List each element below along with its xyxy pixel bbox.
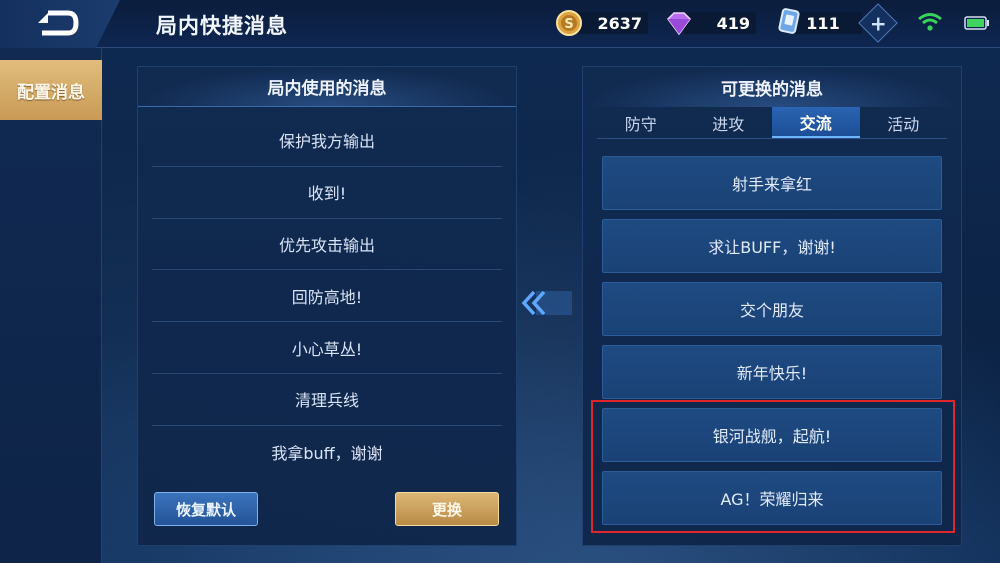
gold-amount: 2637 [576, 12, 648, 34]
double-chevron-left-icon [521, 290, 572, 316]
replaceable-messages-panel: 可更换的消息 防守 进攻 交流 活动 射手来拿红 求让BUFF，谢谢! 交个朋友… [582, 66, 962, 546]
sidebar: 配置消息 [0, 48, 102, 563]
message-option[interactable]: 求让BUFF，谢谢! [602, 219, 942, 273]
replaceable-message-list: 射手来拿红 求让BUFF，谢谢! 交个朋友 新年快乐! 银河战舰，起航! AG！… [602, 156, 942, 534]
voucher-counter: 111 + [776, 3, 898, 43]
message-slot[interactable]: 我拿buff，谢谢 [152, 426, 502, 478]
diamond-amount: 419 [684, 12, 756, 34]
top-bar: 局内快捷消息 S 2637 419 111 + [0, 0, 1000, 48]
back-arrow-icon [38, 10, 79, 36]
message-option[interactable]: 射手来拿红 [602, 156, 942, 210]
battery-icon [964, 16, 989, 30]
add-currency-button[interactable]: + [858, 3, 898, 43]
panel-title: 局内使用的消息 [138, 67, 516, 107]
gold-counter: S 2637 [556, 10, 648, 36]
message-slot[interactable]: 保护我方输出 [152, 115, 502, 167]
message-slot[interactable]: 小心草丛! [152, 322, 502, 374]
voucher-card-icon [778, 8, 800, 34]
in-game-message-list: 保护我方输出 收到! 优先攻击输出 回防高地! 小心草丛! 清理兵线 我拿buf… [152, 115, 502, 478]
sidebar-tab-configure-messages[interactable]: 配置消息 [0, 60, 102, 120]
message-slot[interactable]: 清理兵线 [152, 374, 502, 426]
diamond-icon [667, 12, 691, 36]
message-slot[interactable]: 回防高地! [152, 270, 502, 323]
wifi-icon [918, 13, 942, 31]
gold-coin-icon: S [556, 10, 582, 36]
tab-event[interactable]: 活动 [860, 107, 948, 138]
tab-defense[interactable]: 防守 [597, 107, 685, 138]
message-slot[interactable]: 收到! [152, 167, 502, 219]
message-option[interactable]: 银河战舰，起航! [602, 408, 942, 462]
page-title: 局内快捷消息 [156, 14, 288, 38]
diamond-counter: 419 [664, 10, 756, 36]
tab-communication[interactable]: 交流 [772, 107, 860, 138]
message-option[interactable]: AG！荣耀归来 [602, 471, 942, 525]
category-tabs: 防守 进攻 交流 活动 [597, 107, 947, 139]
tab-attack[interactable]: 进攻 [685, 107, 773, 138]
back-button[interactable] [0, 0, 120, 48]
plus-icon: + [869, 10, 887, 35]
replace-button[interactable]: 更换 [395, 492, 499, 526]
message-option[interactable]: 新年快乐! [602, 345, 942, 399]
message-option[interactable]: 交个朋友 [602, 282, 942, 336]
message-slot[interactable]: 优先攻击输出 [152, 219, 502, 271]
in-game-messages-panel: 局内使用的消息 保护我方输出 收到! 优先攻击输出 回防高地! 小心草丛! 清理… [137, 66, 517, 546]
panel-title: 可更换的消息 [583, 67, 961, 107]
reset-default-button[interactable]: 恢复默认 [154, 492, 258, 526]
svg-text:S: S [564, 17, 573, 32]
